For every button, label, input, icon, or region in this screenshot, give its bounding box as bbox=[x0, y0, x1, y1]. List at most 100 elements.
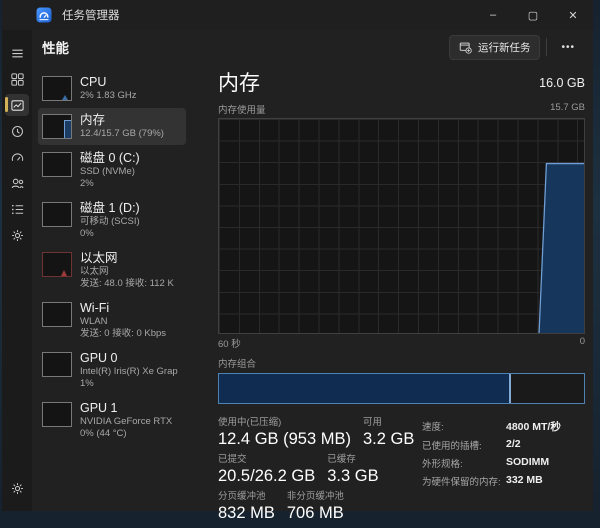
performance-sidebar: CPU 2% 1.83 GHz 内存 12.4/15.7 GB (79%) 磁盘… bbox=[38, 70, 186, 511]
memory-mini-chart bbox=[42, 114, 72, 139]
sidebar-item-sub2: 1% bbox=[80, 378, 178, 390]
memory-hardware-info: 速度: 4800 MT/秒 已使用的插槽: 2/2 外形规格: SODIMM 为… bbox=[422, 419, 561, 528]
task-manager-window: 任务管理器 – ▢ ✕ bbox=[2, 0, 593, 511]
stat-committed: 已提交 20.5/26.2 GB bbox=[218, 454, 315, 486]
stat-in-use: 使用中(已压缩) 12.4 GB (953 MB) bbox=[218, 417, 351, 449]
details-icon bbox=[10, 202, 25, 217]
stat-speed-label: 速度: bbox=[422, 419, 502, 434]
sidebar-item-sub2: 2% bbox=[80, 178, 140, 190]
app-history-icon bbox=[10, 124, 25, 139]
composition-separator bbox=[509, 374, 511, 403]
maximize-button[interactable]: ▢ bbox=[513, 0, 553, 30]
gpu1-mini-chart bbox=[42, 402, 72, 427]
sidebar-item-sub: 可移动 (SCSI) bbox=[80, 216, 140, 228]
sidebar-item-title: GPU 0 bbox=[80, 351, 178, 366]
stat-non-paged-pool: 非分页缓冲池 706 MB bbox=[287, 491, 344, 523]
sidebar-item-sub: NVIDIA GeForce RTX bbox=[80, 416, 172, 428]
sidebar-item-disk1[interactable]: 磁盘 1 (D:) 可移动 (SCSI) 0% bbox=[38, 196, 186, 245]
run-new-task-label: 运行新任务 bbox=[478, 40, 531, 55]
memory-usage-max: 15.7 GB bbox=[550, 102, 585, 116]
memory-usage-chart bbox=[218, 118, 585, 334]
nav-processes[interactable] bbox=[2, 66, 32, 92]
sidebar-item-sub: SSD (NVMe) bbox=[80, 166, 140, 178]
sidebar-item-gpu0[interactable]: GPU 0 Intel(R) Iris(R) Xe Grap 1% bbox=[38, 346, 186, 395]
sidebar-item-sub: 12.4/15.7 GB (79%) bbox=[80, 128, 164, 140]
sidebar-item-cpu[interactable]: CPU 2% 1.83 GHz bbox=[38, 70, 186, 107]
window-title: 任务管理器 bbox=[62, 7, 120, 23]
sidebar-item-title: 磁盘 0 (C:) bbox=[80, 151, 140, 166]
cpu-mini-chart bbox=[42, 76, 72, 101]
services-icon bbox=[10, 228, 25, 243]
nav-startup-apps[interactable] bbox=[2, 144, 32, 170]
stat-cached: 已缓存 3.3 GB bbox=[327, 454, 378, 486]
sidebar-item-sub: Intel(R) Iris(R) Xe Grap bbox=[80, 366, 178, 378]
nav-app-history[interactable] bbox=[2, 118, 32, 144]
chart-time-right-label: 0 bbox=[580, 336, 585, 350]
memory-usage-area bbox=[219, 119, 584, 333]
nav-users[interactable] bbox=[2, 170, 32, 196]
gpu0-mini-chart bbox=[42, 352, 72, 377]
sidebar-item-title: 以太网 bbox=[80, 251, 174, 266]
task-manager-app-icon bbox=[36, 7, 52, 23]
sidebar-item-ethernet[interactable]: 以太网 以太网 发送: 48.0 接收: 112 K bbox=[38, 246, 186, 295]
stat-speed-value: 4800 MT/秒 bbox=[506, 419, 561, 434]
sidebar-item-gpu1[interactable]: GPU 1 NVIDIA GeForce RTX 0% (44 °C) bbox=[38, 396, 186, 445]
sidebar-item-sub2: 发送: 0 接收: 0 Kbps bbox=[80, 328, 166, 340]
memory-total-capacity: 16.0 GB bbox=[539, 76, 585, 90]
nav-menu-button[interactable] bbox=[2, 40, 32, 66]
settings-icon bbox=[10, 481, 25, 496]
sidebar-item-sub: 以太网 bbox=[80, 266, 174, 278]
page-title: 性能 bbox=[42, 37, 69, 57]
memory-detail-pane: 内存 16.0 GB 内存使用量 15.7 GB 60 秒 0 bbox=[188, 70, 585, 511]
startup-apps-icon bbox=[10, 150, 25, 165]
memory-composition-bar bbox=[218, 373, 585, 404]
processes-icon bbox=[10, 72, 25, 87]
wifi-mini-chart bbox=[42, 302, 72, 327]
content-area: 性能 运行新任务 ••• CPU 2 bbox=[32, 30, 593, 511]
sidebar-item-wifi[interactable]: Wi-Fi WLAN 发送: 0 接收: 0 Kbps bbox=[38, 296, 186, 345]
nav-rail bbox=[2, 30, 32, 511]
stat-form-factor-label: 外形规格: bbox=[422, 456, 502, 470]
run-new-task-button[interactable]: 运行新任务 bbox=[449, 35, 541, 60]
close-button[interactable]: ✕ bbox=[553, 0, 593, 30]
memory-stats: 使用中(已压缩) 12.4 GB (953 MB) 可用 3.2 GB 已提交 bbox=[218, 417, 585, 528]
users-icon bbox=[10, 176, 25, 191]
stat-slots-value: 2/2 bbox=[506, 438, 561, 452]
sidebar-item-title: CPU bbox=[80, 75, 137, 90]
titlebar: 任务管理器 – ▢ ✕ bbox=[2, 0, 593, 30]
memory-page-title: 内存 bbox=[218, 72, 260, 96]
nav-performance[interactable] bbox=[2, 92, 32, 118]
stat-hw-reserved-value: 332 MB bbox=[506, 474, 561, 488]
sidebar-item-title: 磁盘 1 (D:) bbox=[80, 201, 140, 216]
nav-services[interactable] bbox=[2, 222, 32, 248]
memory-composition-label: 内存组合 bbox=[218, 356, 585, 370]
sidebar-item-title: Wi-Fi bbox=[80, 301, 166, 316]
selected-accent-bar bbox=[5, 97, 8, 112]
header-divider bbox=[546, 38, 547, 56]
composition-in-use-segment bbox=[219, 374, 509, 403]
more-options-button[interactable]: ••• bbox=[553, 38, 583, 57]
sidebar-item-memory[interactable]: 内存 12.4/15.7 GB (79%) bbox=[38, 108, 186, 145]
nav-details[interactable] bbox=[2, 196, 32, 222]
stat-slots-label: 已使用的插槽: bbox=[422, 438, 502, 452]
nav-settings[interactable] bbox=[2, 475, 32, 501]
stat-form-factor-value: SODIMM bbox=[506, 456, 561, 470]
sidebar-item-title: 内存 bbox=[80, 113, 164, 128]
sidebar-item-disk0[interactable]: 磁盘 0 (C:) SSD (NVMe) 2% bbox=[38, 146, 186, 195]
stat-available: 可用 3.2 GB bbox=[363, 417, 414, 449]
sidebar-item-sub2: 0% bbox=[80, 228, 140, 240]
page-header: 性能 运行新任务 ••• bbox=[32, 30, 593, 64]
disk0-mini-chart bbox=[42, 152, 72, 177]
sidebar-item-sub: 2% 1.83 GHz bbox=[80, 90, 137, 102]
stat-hw-reserved-label: 为硬件保留的内存: bbox=[422, 474, 502, 488]
chart-time-left-label: 60 秒 bbox=[218, 336, 241, 350]
disk1-mini-chart bbox=[42, 202, 72, 227]
sidebar-item-sub: WLAN bbox=[80, 316, 166, 328]
memory-usage-label: 内存使用量 bbox=[218, 102, 266, 116]
sidebar-item-sub2: 发送: 48.0 接收: 112 K bbox=[80, 278, 174, 290]
ethernet-mini-chart bbox=[42, 252, 72, 277]
stat-paged-pool: 分页缓冲池 832 MB bbox=[218, 491, 275, 523]
menu-icon bbox=[10, 46, 25, 61]
sidebar-item-title: GPU 1 bbox=[80, 401, 172, 416]
minimize-button[interactable]: – bbox=[473, 0, 513, 30]
